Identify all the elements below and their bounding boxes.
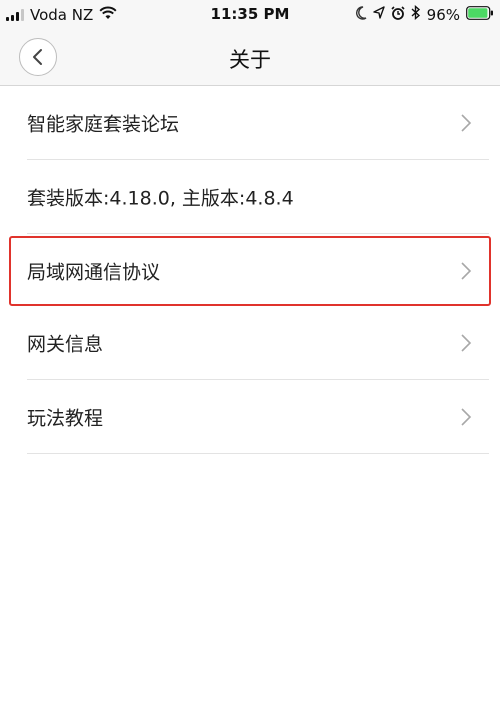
alarm-icon bbox=[391, 5, 405, 24]
chevron-right-icon bbox=[461, 114, 472, 132]
nav-bar: 关于 bbox=[0, 30, 500, 86]
list-item-gateway-info[interactable]: 网关信息 bbox=[0, 306, 500, 380]
chevron-right-icon bbox=[461, 408, 472, 426]
list-item-forum[interactable]: 智能家庭套装论坛 bbox=[0, 86, 500, 160]
list-item-lan-protocol[interactable]: 局域网通信协议 bbox=[9, 236, 491, 306]
moon-icon bbox=[355, 5, 367, 24]
settings-list: 智能家庭套装论坛 套装版本:4.18.0, 主版本:4.8.4 局域网通信协议 … bbox=[0, 86, 500, 454]
list-item-label: 局域网通信协议 bbox=[27, 261, 161, 284]
battery-percent: 96% bbox=[426, 5, 460, 24]
list-item-label: 玩法教程 bbox=[27, 407, 104, 430]
list-item-label: 智能家庭套装论坛 bbox=[27, 113, 180, 136]
list-item-label: 网关信息 bbox=[27, 333, 104, 356]
chevron-right-icon bbox=[461, 262, 472, 280]
list-item-label: 套装版本:4.18.0, 主版本:4.8.4 bbox=[27, 187, 294, 210]
status-bar: Voda NZ 11:35 PM 96% bbox=[0, 0, 500, 30]
chevron-right-icon bbox=[461, 334, 472, 352]
location-icon bbox=[372, 5, 385, 24]
battery-icon bbox=[466, 5, 494, 24]
list-item-version: 套装版本:4.18.0, 主版本:4.8.4 bbox=[0, 160, 500, 234]
page-title: 关于 bbox=[229, 48, 271, 72]
list-item-tutorial[interactable]: 玩法教程 bbox=[0, 380, 500, 454]
divider bbox=[27, 453, 489, 454]
status-right: 96% bbox=[355, 4, 494, 24]
bluetooth-icon bbox=[411, 4, 421, 24]
divider bbox=[27, 233, 489, 234]
